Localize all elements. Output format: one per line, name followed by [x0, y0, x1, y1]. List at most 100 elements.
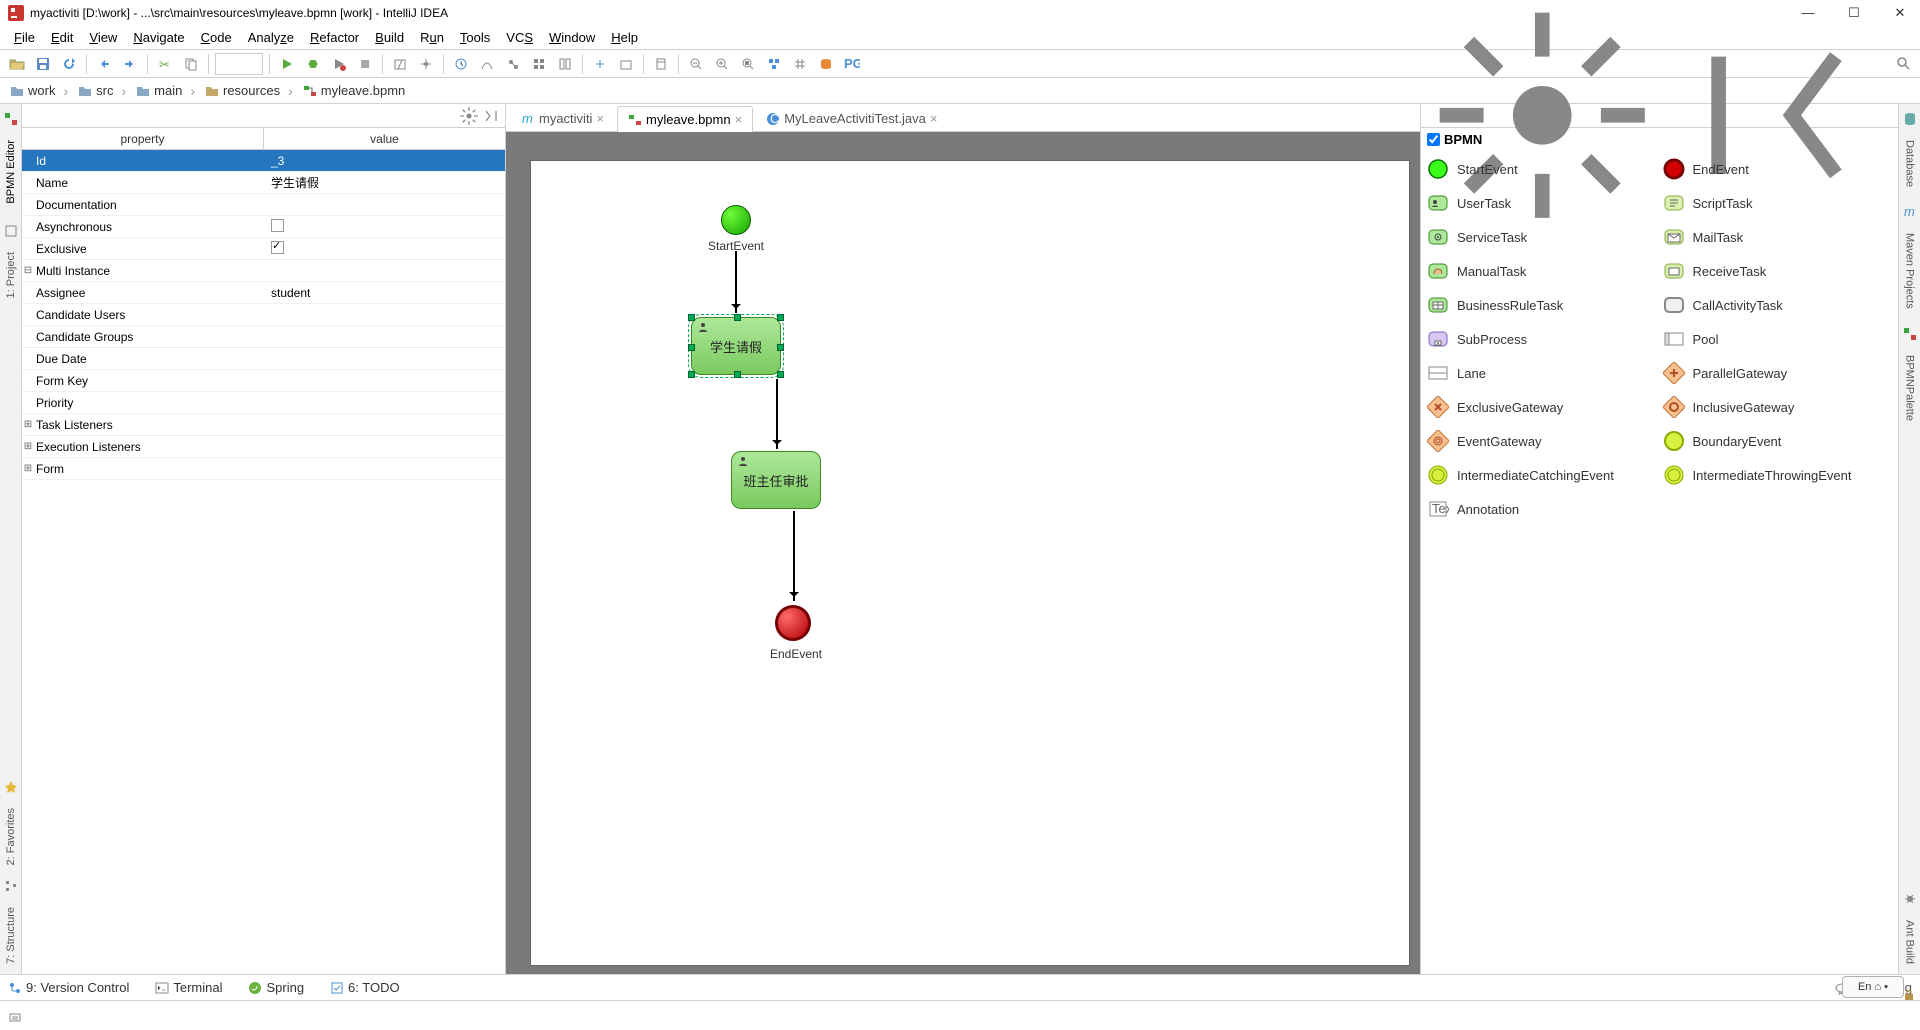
- tb-icon-4[interactable]: [475, 52, 499, 76]
- palette-item[interactable]: InclusiveGateway: [1661, 391, 1895, 423]
- tool-todo[interactable]: 6: TODO: [330, 980, 400, 995]
- property-value[interactable]: [265, 219, 505, 235]
- tb-icon-3[interactable]: [449, 52, 473, 76]
- expand-icon[interactable]: ⊟: [22, 265, 34, 276]
- undo-icon[interactable]: [92, 52, 116, 76]
- palette-item[interactable]: UserTask: [1425, 187, 1659, 219]
- palette-header[interactable]: BPMN: [1421, 128, 1898, 151]
- bpmn-canvas[interactable]: StartEvent 学生请假 班主任审批 EndEvent: [530, 160, 1410, 966]
- property-value[interactable]: 学生请假: [265, 174, 505, 191]
- tool-structure[interactable]: 7: Structure: [3, 897, 19, 974]
- tool-version-control[interactable]: 9: Version Control: [8, 980, 129, 995]
- expand-icon[interactable]: ⊞: [22, 419, 34, 430]
- menu-edit[interactable]: Edit: [43, 28, 81, 47]
- menu-help[interactable]: Help: [603, 28, 646, 47]
- menu-tools[interactable]: Tools: [452, 28, 498, 47]
- tb-icon-9[interactable]: [614, 52, 638, 76]
- run-icon[interactable]: [275, 52, 299, 76]
- ime-badge[interactable]: En ⌂ •: [1842, 976, 1904, 998]
- tb-icon-pg[interactable]: PG: [840, 52, 864, 76]
- property-row[interactable]: Assigneestudent: [22, 282, 505, 304]
- tool-ant[interactable]: Ant Build: [1902, 910, 1918, 974]
- palette-item[interactable]: Lane: [1425, 357, 1659, 389]
- editor-tab[interactable]: CMyLeaveActivitiTest.java×: [755, 105, 948, 131]
- property-row[interactable]: ⊞Form: [22, 458, 505, 480]
- palette-item[interactable]: MailTask: [1661, 221, 1895, 253]
- property-row[interactable]: ⊞Task Listeners: [22, 414, 505, 436]
- save-icon[interactable]: [31, 52, 55, 76]
- crumb-src[interactable]: src: [74, 83, 132, 99]
- menu-file[interactable]: File: [6, 28, 43, 47]
- tb-icon-2[interactable]: [414, 52, 438, 76]
- menu-code[interactable]: Code: [193, 28, 240, 47]
- expand-icon[interactable]: ⊞: [22, 441, 34, 452]
- crumb-resources[interactable]: resources: [201, 83, 299, 99]
- expand-icon[interactable]: ⊞: [22, 463, 34, 474]
- palette-toggle-checkbox[interactable]: [1427, 133, 1440, 146]
- palette-item[interactable]: StartEvent: [1425, 153, 1659, 185]
- palette-item[interactable]: CallActivityTask: [1661, 289, 1895, 321]
- coverage-icon[interactable]: [327, 52, 351, 76]
- menu-view[interactable]: View: [81, 28, 125, 47]
- property-value[interactable]: student: [265, 286, 505, 300]
- editor-tab[interactable]: myleave.bpmn×: [617, 106, 753, 132]
- tool-project[interactable]: 1: Project: [3, 242, 19, 308]
- gear-icon[interactable]: [459, 106, 479, 126]
- palette-item[interactable]: IntermediateThrowingEvent: [1661, 459, 1895, 491]
- tb-icon-8[interactable]: [588, 52, 612, 76]
- property-row[interactable]: ⊞Execution Listeners: [22, 436, 505, 458]
- debug-icon[interactable]: [301, 52, 325, 76]
- refresh-icon[interactable]: [57, 52, 81, 76]
- run-config-combo[interactable]: [215, 53, 263, 75]
- menu-build[interactable]: Build: [367, 28, 412, 47]
- menu-run[interactable]: Run: [412, 28, 452, 47]
- palette-item[interactable]: SubProcess: [1425, 323, 1659, 355]
- tool-terminal[interactable]: Terminal: [155, 980, 222, 995]
- crumb-main[interactable]: main: [132, 83, 201, 99]
- diagram-arrow[interactable]: [793, 511, 795, 601]
- lock-icon[interactable]: [1902, 988, 1916, 1002]
- tab-close-icon[interactable]: ×: [735, 112, 743, 127]
- search-icon[interactable]: [1892, 52, 1916, 76]
- property-row[interactable]: ⊟Multi Instance: [22, 260, 505, 282]
- menu-analyze[interactable]: Analyze: [240, 28, 302, 47]
- palette-item[interactable]: EventGateway: [1425, 425, 1659, 457]
- palette-item[interactable]: EndEvent: [1661, 153, 1895, 185]
- copy-icon[interactable]: [179, 52, 203, 76]
- diagram-user-task-selected[interactable]: 学生请假: [691, 317, 781, 375]
- zoom-out-icon[interactable]: [684, 52, 708, 76]
- checkbox[interactable]: [271, 241, 284, 254]
- zoom-fit-icon[interactable]: [736, 52, 760, 76]
- open-icon[interactable]: [5, 52, 29, 76]
- diagram-arrow[interactable]: [735, 251, 737, 313]
- tool-favorites[interactable]: 2: Favorites: [3, 798, 19, 875]
- checkbox[interactable]: [271, 219, 284, 232]
- property-row[interactable]: Candidate Groups: [22, 326, 505, 348]
- redo-icon[interactable]: [118, 52, 142, 76]
- tool-maven[interactable]: Maven Projects: [1902, 223, 1918, 319]
- property-row[interactable]: Form Key: [22, 370, 505, 392]
- tab-close-icon[interactable]: ×: [930, 111, 938, 126]
- menu-vcs[interactable]: VCS: [498, 28, 541, 47]
- stop-icon[interactable]: [353, 52, 377, 76]
- property-row[interactable]: Priority: [22, 392, 505, 414]
- menu-refactor[interactable]: Refactor: [302, 28, 367, 47]
- property-value[interactable]: [265, 241, 505, 257]
- tool-spring[interactable]: Spring: [248, 980, 304, 995]
- tool-bpmn-palette[interactable]: BPMNPalette: [1902, 345, 1918, 431]
- layout-icon[interactable]: [762, 52, 786, 76]
- palette-item[interactable]: BoundaryEvent: [1661, 425, 1895, 457]
- menu-navigate[interactable]: Navigate: [125, 28, 192, 47]
- property-value[interactable]: _3: [265, 154, 505, 168]
- palette-item[interactable]: ReceiveTask: [1661, 255, 1895, 287]
- crumb-work[interactable]: work: [6, 83, 74, 99]
- diagram-start-event[interactable]: [721, 205, 751, 235]
- editor-tab[interactable]: mmyactiviti×: [510, 105, 615, 131]
- tb-icon-10[interactable]: [649, 52, 673, 76]
- property-row[interactable]: Due Date: [22, 348, 505, 370]
- cut-icon[interactable]: ✂: [153, 52, 177, 76]
- palette-item[interactable]: ParallelGateway: [1661, 357, 1895, 389]
- hide-icon[interactable]: [481, 106, 501, 126]
- diagram-end-event[interactable]: [775, 605, 811, 641]
- palette-item[interactable]: TextAnnotation: [1425, 493, 1659, 525]
